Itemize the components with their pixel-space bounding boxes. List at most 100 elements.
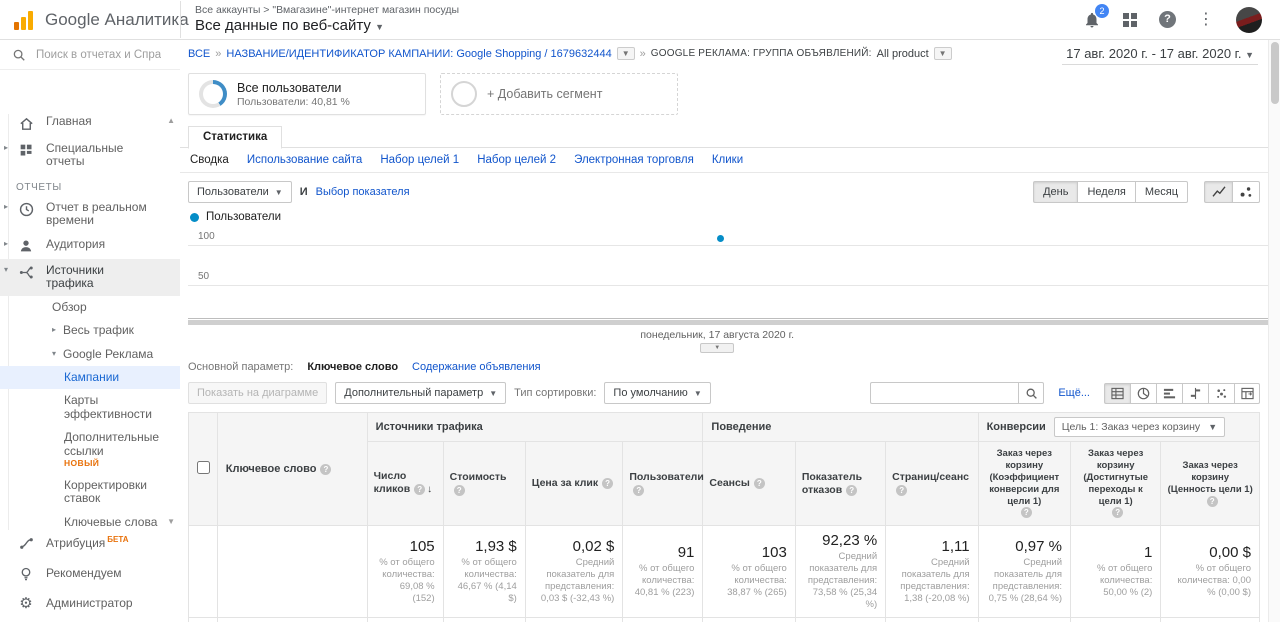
select-metric-link[interactable]: Выбор показателя xyxy=(316,186,410,198)
dimension-ad-content[interactable]: Содержание объявления xyxy=(412,361,541,373)
help-icon[interactable]: ? xyxy=(602,478,614,490)
sidebar-item-sitelinks[interactable]: Дополнительные ссылки НОВЫЙ xyxy=(0,426,180,473)
comparison-view-button[interactable] xyxy=(1182,382,1208,404)
cell-pages-session: 1,07 xyxy=(885,616,979,622)
sidebar-item-campaigns[interactable]: Кампании xyxy=(0,365,180,390)
sidebar-item-google-ads[interactable]: ▾ Google Реклама xyxy=(0,343,180,366)
select-all-checkbox[interactable] xyxy=(197,461,210,475)
motion-chart-button[interactable] xyxy=(1232,181,1260,203)
avatar[interactable] xyxy=(1236,6,1262,33)
performance-view-button[interactable] xyxy=(1156,382,1182,404)
dimension-keyword[interactable]: Ключевое слово xyxy=(307,361,398,373)
chart-range-track[interactable] xyxy=(188,320,1268,325)
chart-plot-area[interactable]: 100 50 xyxy=(188,227,1268,319)
ga-logo[interactable]: Google Аналитика xyxy=(0,10,189,30)
col-sessions[interactable]: Сеансы? xyxy=(702,440,796,527)
sidebar-item-realtime[interactable]: ▸ Отчет в реальном времени xyxy=(0,196,180,233)
sort-type-button[interactable]: По умолчанию ▼ xyxy=(604,382,711,404)
subtab-summary[interactable]: Сводка xyxy=(190,154,229,166)
sidebar-search[interactable] xyxy=(0,40,180,70)
metric-selector-button[interactable]: Пользователи ▼ xyxy=(188,181,292,203)
goal-selector[interactable]: Цель 1: Заказ через корзину ▼ xyxy=(1053,417,1226,437)
term-cloud-view-button[interactable] xyxy=(1208,382,1234,404)
sidebar-item-efficiency-maps[interactable]: Карты эффективности xyxy=(0,389,180,426)
help-icon[interactable]: ? xyxy=(320,464,332,476)
sidebar-item-bid-adjustments[interactable]: Корректировки ставок xyxy=(0,474,180,511)
data-point[interactable] xyxy=(717,235,725,242)
more-menu-button[interactable]: ⋮ xyxy=(1198,11,1214,28)
help-icon[interactable]: ? xyxy=(753,478,765,490)
help-icon[interactable]: ? xyxy=(633,484,645,496)
col-goal-value[interactable]: Заказ через корзину (Ценность цели 1)? xyxy=(1160,440,1260,527)
sidebar-item-acquisition[interactable]: ▾ Источники трафика xyxy=(0,258,180,296)
data-view-button[interactable] xyxy=(1104,382,1130,404)
scroll-down-arrow[interactable]: ▼ xyxy=(167,517,175,526)
col-pages-session[interactable]: Страниц/сеанс? xyxy=(885,440,979,527)
advanced-search-link[interactable]: Ещё... xyxy=(1058,387,1090,399)
subtab-goal-set-2[interactable]: Набор целей 2 xyxy=(477,154,556,166)
sidebar-item-custom-reports[interactable]: ▸ Специальные отчеты xyxy=(0,137,180,174)
filter-adgroup-value[interactable]: All product xyxy=(877,48,929,60)
help-icon[interactable]: ? xyxy=(453,484,465,496)
scroll-up-arrow[interactable]: ▲ xyxy=(167,116,175,125)
keyword-cell[interactable]: 1.id==* xyxy=(216,616,368,622)
granularity-week-button[interactable]: Неделя xyxy=(1077,181,1135,203)
line-chart-button[interactable] xyxy=(1204,181,1232,203)
col-clicks[interactable]: Число кликов? ↓ xyxy=(366,440,444,527)
pivot-view-button[interactable] xyxy=(1234,382,1260,404)
notifications-button[interactable]: 2 xyxy=(1083,3,1109,29)
adgroup-dropdown-button[interactable]: ▼ xyxy=(933,47,952,60)
col-goal-conversion-rate[interactable]: Заказ через корзину (Коэффициент конверс… xyxy=(977,440,1072,527)
sidebar-item-home[interactable]: Главная xyxy=(0,110,180,137)
search-input[interactable] xyxy=(36,48,161,61)
sidebar-item-all-traffic[interactable]: ▸ Весь трафик xyxy=(0,319,180,342)
help-icon[interactable]: ? xyxy=(896,484,908,496)
help-icon[interactable]: ? xyxy=(414,484,426,496)
attribution-icon xyxy=(16,535,36,552)
line-chart-icon xyxy=(1211,186,1226,197)
keyword-column-header[interactable]: Ключевое слово? xyxy=(216,411,368,527)
plot-rows-button[interactable]: Показать на диаграмме xyxy=(188,382,328,404)
help-icon[interactable]: ? xyxy=(1020,507,1032,519)
sidebar-item-admin[interactable]: ⚙ Администратор xyxy=(0,589,180,618)
totals-pages-session: 1,11 Средний показатель для представления… xyxy=(885,525,979,618)
col-cpc[interactable]: Цена за клик? xyxy=(524,440,624,527)
apps-grid-button[interactable] xyxy=(1123,12,1137,27)
subtab-clicks[interactable]: Клики xyxy=(712,154,743,166)
sidebar-item-overview[interactable]: Обзор xyxy=(0,296,180,319)
campaign-dropdown-button[interactable]: ▼ xyxy=(616,47,635,60)
tab-statistics[interactable]: Статистика xyxy=(188,126,283,149)
granularity-day-button[interactable]: День xyxy=(1033,181,1078,203)
percentage-view-button[interactable] xyxy=(1130,382,1156,404)
help-button[interactable]: ? xyxy=(1159,11,1176,28)
add-segment-button[interactable]: + Добавить сегмент xyxy=(440,73,678,115)
segment-all-users[interactable]: Все пользователи Пользователи: 40,81 % xyxy=(188,73,426,115)
col-bounce-rate[interactable]: Показатель отказов? xyxy=(794,440,887,527)
gridline xyxy=(188,245,1268,246)
sidebar-item-audience[interactable]: ▸ Аудитория xyxy=(0,233,180,259)
secondary-dimension-button[interactable]: Дополнительный параметр ▼ xyxy=(335,382,507,404)
filter-all[interactable]: ВСЕ xyxy=(188,48,210,60)
scrollbar-thumb[interactable] xyxy=(1271,42,1279,104)
help-icon[interactable]: ? xyxy=(1206,495,1218,507)
help-icon[interactable]: ? xyxy=(846,484,858,496)
and-label: И xyxy=(299,186,308,198)
help-icon[interactable]: ? xyxy=(1112,507,1124,519)
sidebar-item-discover[interactable]: Рекомендуем xyxy=(0,559,180,589)
table-search-button[interactable] xyxy=(1018,382,1045,404)
granularity-month-button[interactable]: Месяц xyxy=(1134,181,1188,203)
filter-campaign[interactable]: НАЗВАНИЕ/ИДЕНТИФИКАТОР КАМПАНИИ: Google … xyxy=(226,48,611,60)
col-cost[interactable]: Стоимость? xyxy=(442,440,526,527)
subtab-ecommerce[interactable]: Электронная торговля xyxy=(574,154,694,166)
view-selector[interactable]: Все данные по веб-сайту ▼ xyxy=(195,17,459,35)
col-goal-completions[interactable]: Заказ через корзину (Достигнутые переход… xyxy=(1069,440,1162,527)
date-range-selector[interactable]: 17 авг. 2020 г. - 17 авг. 2020 г. ▼ xyxy=(1062,43,1258,65)
account-breadcrumb[interactable]: Все аккаунты > "Вмагазине"-интернет мага… xyxy=(195,4,459,17)
chart-slider-handle[interactable]: ▼ xyxy=(700,343,735,353)
sidebar-item-attribution[interactable]: Атрибуция БЕТА xyxy=(0,528,180,559)
col-users[interactable]: Пользователи? xyxy=(622,440,704,527)
subtab-goal-set-1[interactable]: Набор целей 1 xyxy=(380,154,459,166)
table-search-input[interactable] xyxy=(870,382,1019,404)
window-scrollbar[interactable] xyxy=(1268,40,1280,622)
subtab-site-usage[interactable]: Использование сайта xyxy=(247,154,362,166)
